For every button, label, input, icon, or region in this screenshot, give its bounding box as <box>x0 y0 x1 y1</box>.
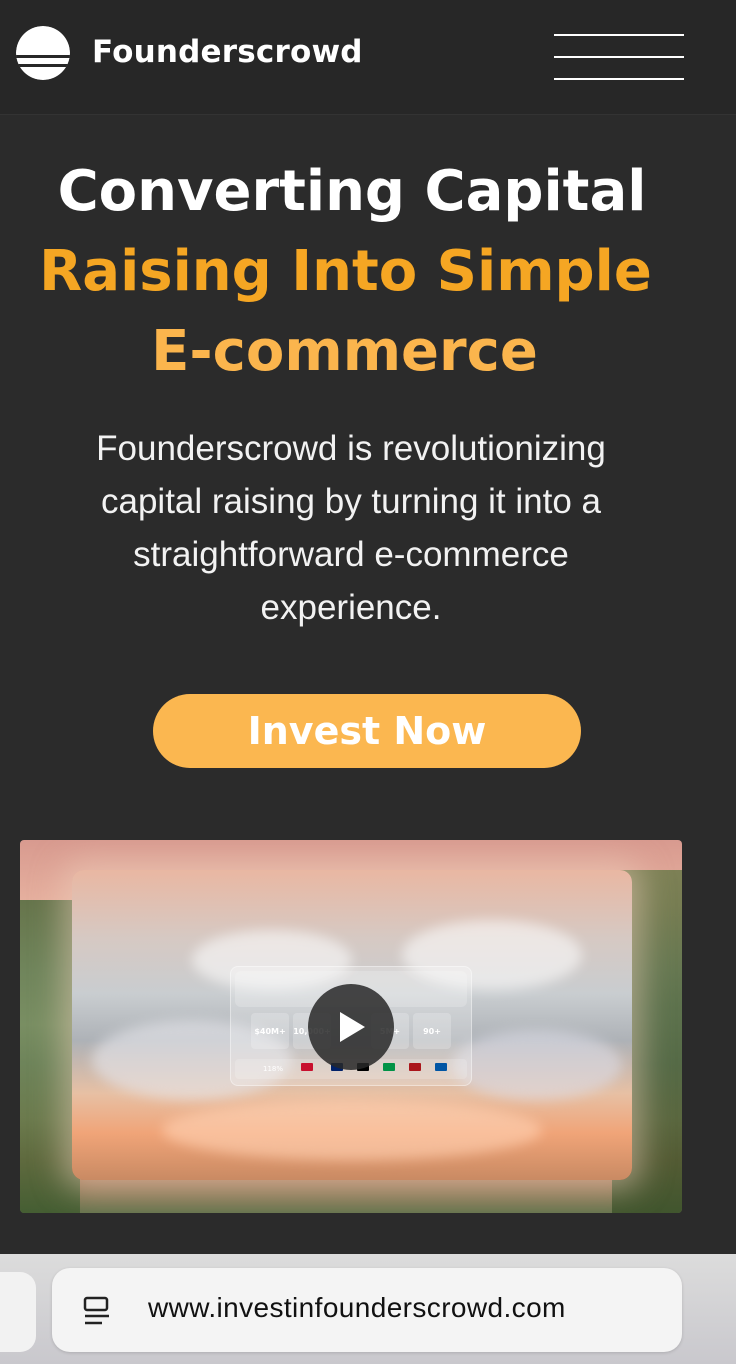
address-bar[interactable]: www.investinfounderscrowd.com <box>52 1268 682 1352</box>
growth-value: 118% <box>263 1065 284 1073</box>
stat-card: 90+ <box>413 1013 451 1049</box>
stat-card: $40M+ <box>251 1013 289 1049</box>
page-info-icon[interactable] <box>82 1296 112 1328</box>
play-button[interactable] <box>308 984 394 1070</box>
hero-title-line-1: Converting Capital <box>57 159 647 224</box>
hero-title-line-2: Raising Into Simple <box>39 239 652 304</box>
url-text[interactable]: www.investinfounderscrowd.com <box>148 1292 566 1324</box>
hero-title: Converting Capital Raising Into Simple E… <box>0 152 736 392</box>
video-background-grass <box>20 900 80 1213</box>
hamburger-menu-icon[interactable] <box>554 32 684 84</box>
top-nav-bar: Founderscrowd <box>0 0 736 115</box>
invest-now-button[interactable]: Invest Now <box>153 694 581 768</box>
founderscrowd-logo-icon[interactable] <box>16 26 70 80</box>
play-icon <box>340 1012 365 1042</box>
hero-description: Founderscrowd is revolutionizing capital… <box>96 429 606 627</box>
previous-tab[interactable] <box>0 1272 36 1352</box>
browser-bottom-bar: www.investinfounderscrowd.com <box>0 1254 736 1364</box>
hero-title-line-3: E-commerce <box>151 319 538 384</box>
brand-name[interactable]: Founderscrowd <box>92 34 363 70</box>
promo-video[interactable]: $40M+ 10,000+ 5M+ 90+ 118% <box>20 840 682 1213</box>
